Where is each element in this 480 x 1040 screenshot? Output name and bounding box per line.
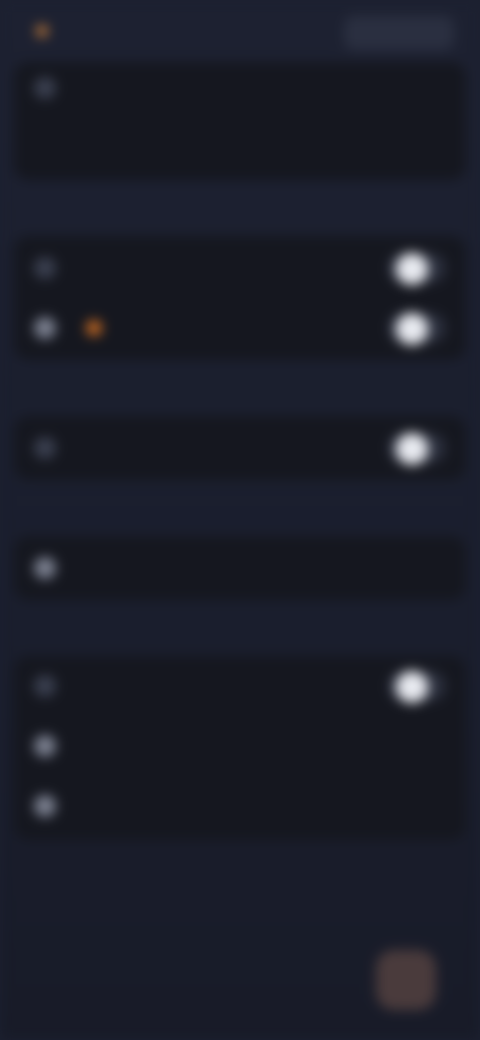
setting-g-icon (34, 795, 56, 817)
setting-row-e[interactable] (34, 662, 446, 710)
top-bar (0, 0, 480, 62)
setting-b-icon (34, 317, 56, 339)
setting-c-toggle[interactable] (388, 433, 446, 465)
account-row-secondary[interactable] (34, 124, 446, 172)
footer-link[interactable] (140, 850, 340, 874)
settings-screen (0, 0, 480, 1040)
toggle-knob (396, 313, 428, 345)
setting-row-b[interactable] (34, 304, 446, 352)
setting-d-icon (34, 557, 56, 579)
setting-row-a[interactable] (34, 244, 446, 292)
nav-home-icon[interactable] (48, 950, 108, 1010)
nav-activity-icon[interactable] (294, 950, 354, 1010)
settings-card-3 (14, 536, 466, 600)
setting-a-icon (34, 257, 56, 279)
setting-row-f[interactable] (34, 722, 446, 770)
setting-b-toggle[interactable] (388, 313, 446, 345)
setting-e-toggle[interactable] (388, 671, 446, 703)
toggle-knob (396, 253, 428, 285)
top-action-button[interactable] (344, 16, 454, 50)
settings-card-2 (14, 416, 466, 480)
account-card (14, 62, 466, 180)
settings-card-1 (14, 236, 466, 360)
setting-c-icon (34, 437, 56, 459)
setting-row-c[interactable] (34, 424, 446, 472)
nav-profile-icon[interactable] (376, 950, 436, 1010)
bottom-navigation (0, 930, 480, 1040)
new-badge-icon (86, 320, 102, 336)
setting-e-icon (34, 675, 56, 697)
account-row-primary[interactable] (34, 64, 446, 112)
toggle-knob (396, 671, 428, 703)
account-icon (34, 77, 56, 99)
nav-add-icon[interactable] (212, 950, 272, 1010)
setting-row-g[interactable] (34, 782, 446, 830)
settings-card-4 (14, 656, 466, 840)
brand (36, 14, 146, 48)
nav-explore-icon[interactable] (130, 950, 190, 1010)
setting-a-toggle[interactable] (388, 253, 446, 285)
toggle-knob (396, 433, 428, 465)
setting-row-d[interactable] (34, 544, 446, 592)
brand-logo-icon (36, 25, 48, 37)
setting-f-icon (34, 735, 56, 757)
